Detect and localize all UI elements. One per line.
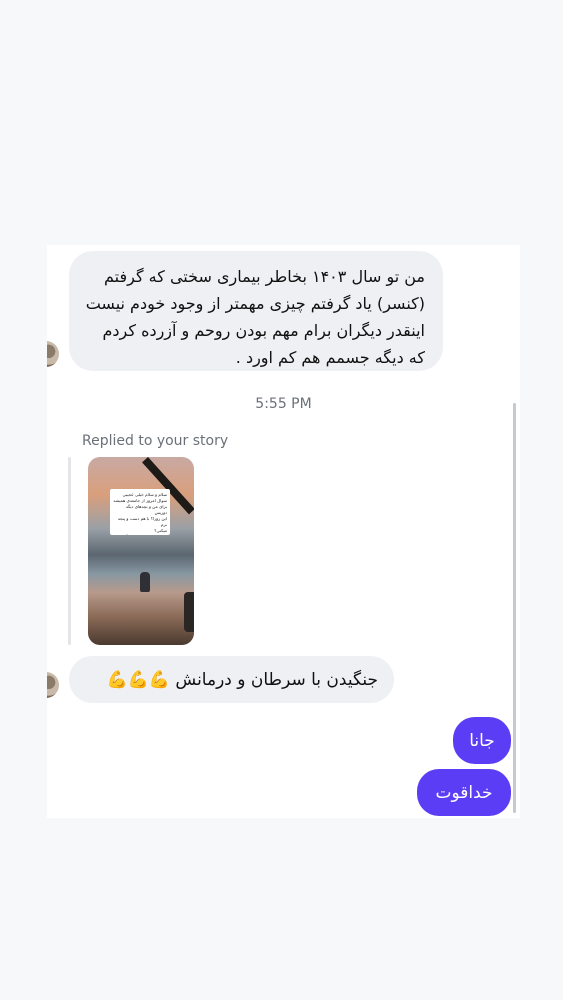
outgoing-message[interactable]: خداقوت: [417, 769, 511, 816]
chat-thread: من تو سال ۱۴۰۳ بخاطر بیماری سختی که گرفت…: [47, 245, 520, 818]
outgoing-message[interactable]: جانا: [453, 717, 511, 764]
reply-quote-line: [68, 457, 71, 645]
avatar[interactable]: [47, 672, 59, 698]
story-note: سلام و سلام خیلی عجیبی سوال امروز از جام…: [110, 489, 170, 535]
message-timestamp: 5:55 PM: [255, 396, 312, 412]
message-text: جنگیدن با سرطان و درمانش 💪💪💪: [106, 669, 379, 690]
story-person-shape: [140, 572, 150, 592]
story-rock-shape: [184, 592, 194, 632]
message-text: من تو سال ۱۴۰۳ بخاطر بیماری سختی که گرفت…: [85, 267, 425, 367]
story-thumbnail[interactable]: سلام و سلام خیلی عجیبی سوال امروز از جام…: [88, 457, 194, 645]
incoming-message[interactable]: جنگیدن با سرطان و درمانش 💪💪💪: [69, 656, 394, 703]
message-text: جانا: [469, 730, 495, 751]
message-text: خداقوت: [435, 782, 493, 803]
avatar[interactable]: [47, 341, 59, 367]
story-reply-label: Replied to your story: [82, 433, 229, 449]
incoming-message[interactable]: من تو سال ۱۴۰۳ بخاطر بیماری سختی که گرفت…: [69, 251, 443, 371]
scrollbar[interactable]: [513, 403, 516, 813]
